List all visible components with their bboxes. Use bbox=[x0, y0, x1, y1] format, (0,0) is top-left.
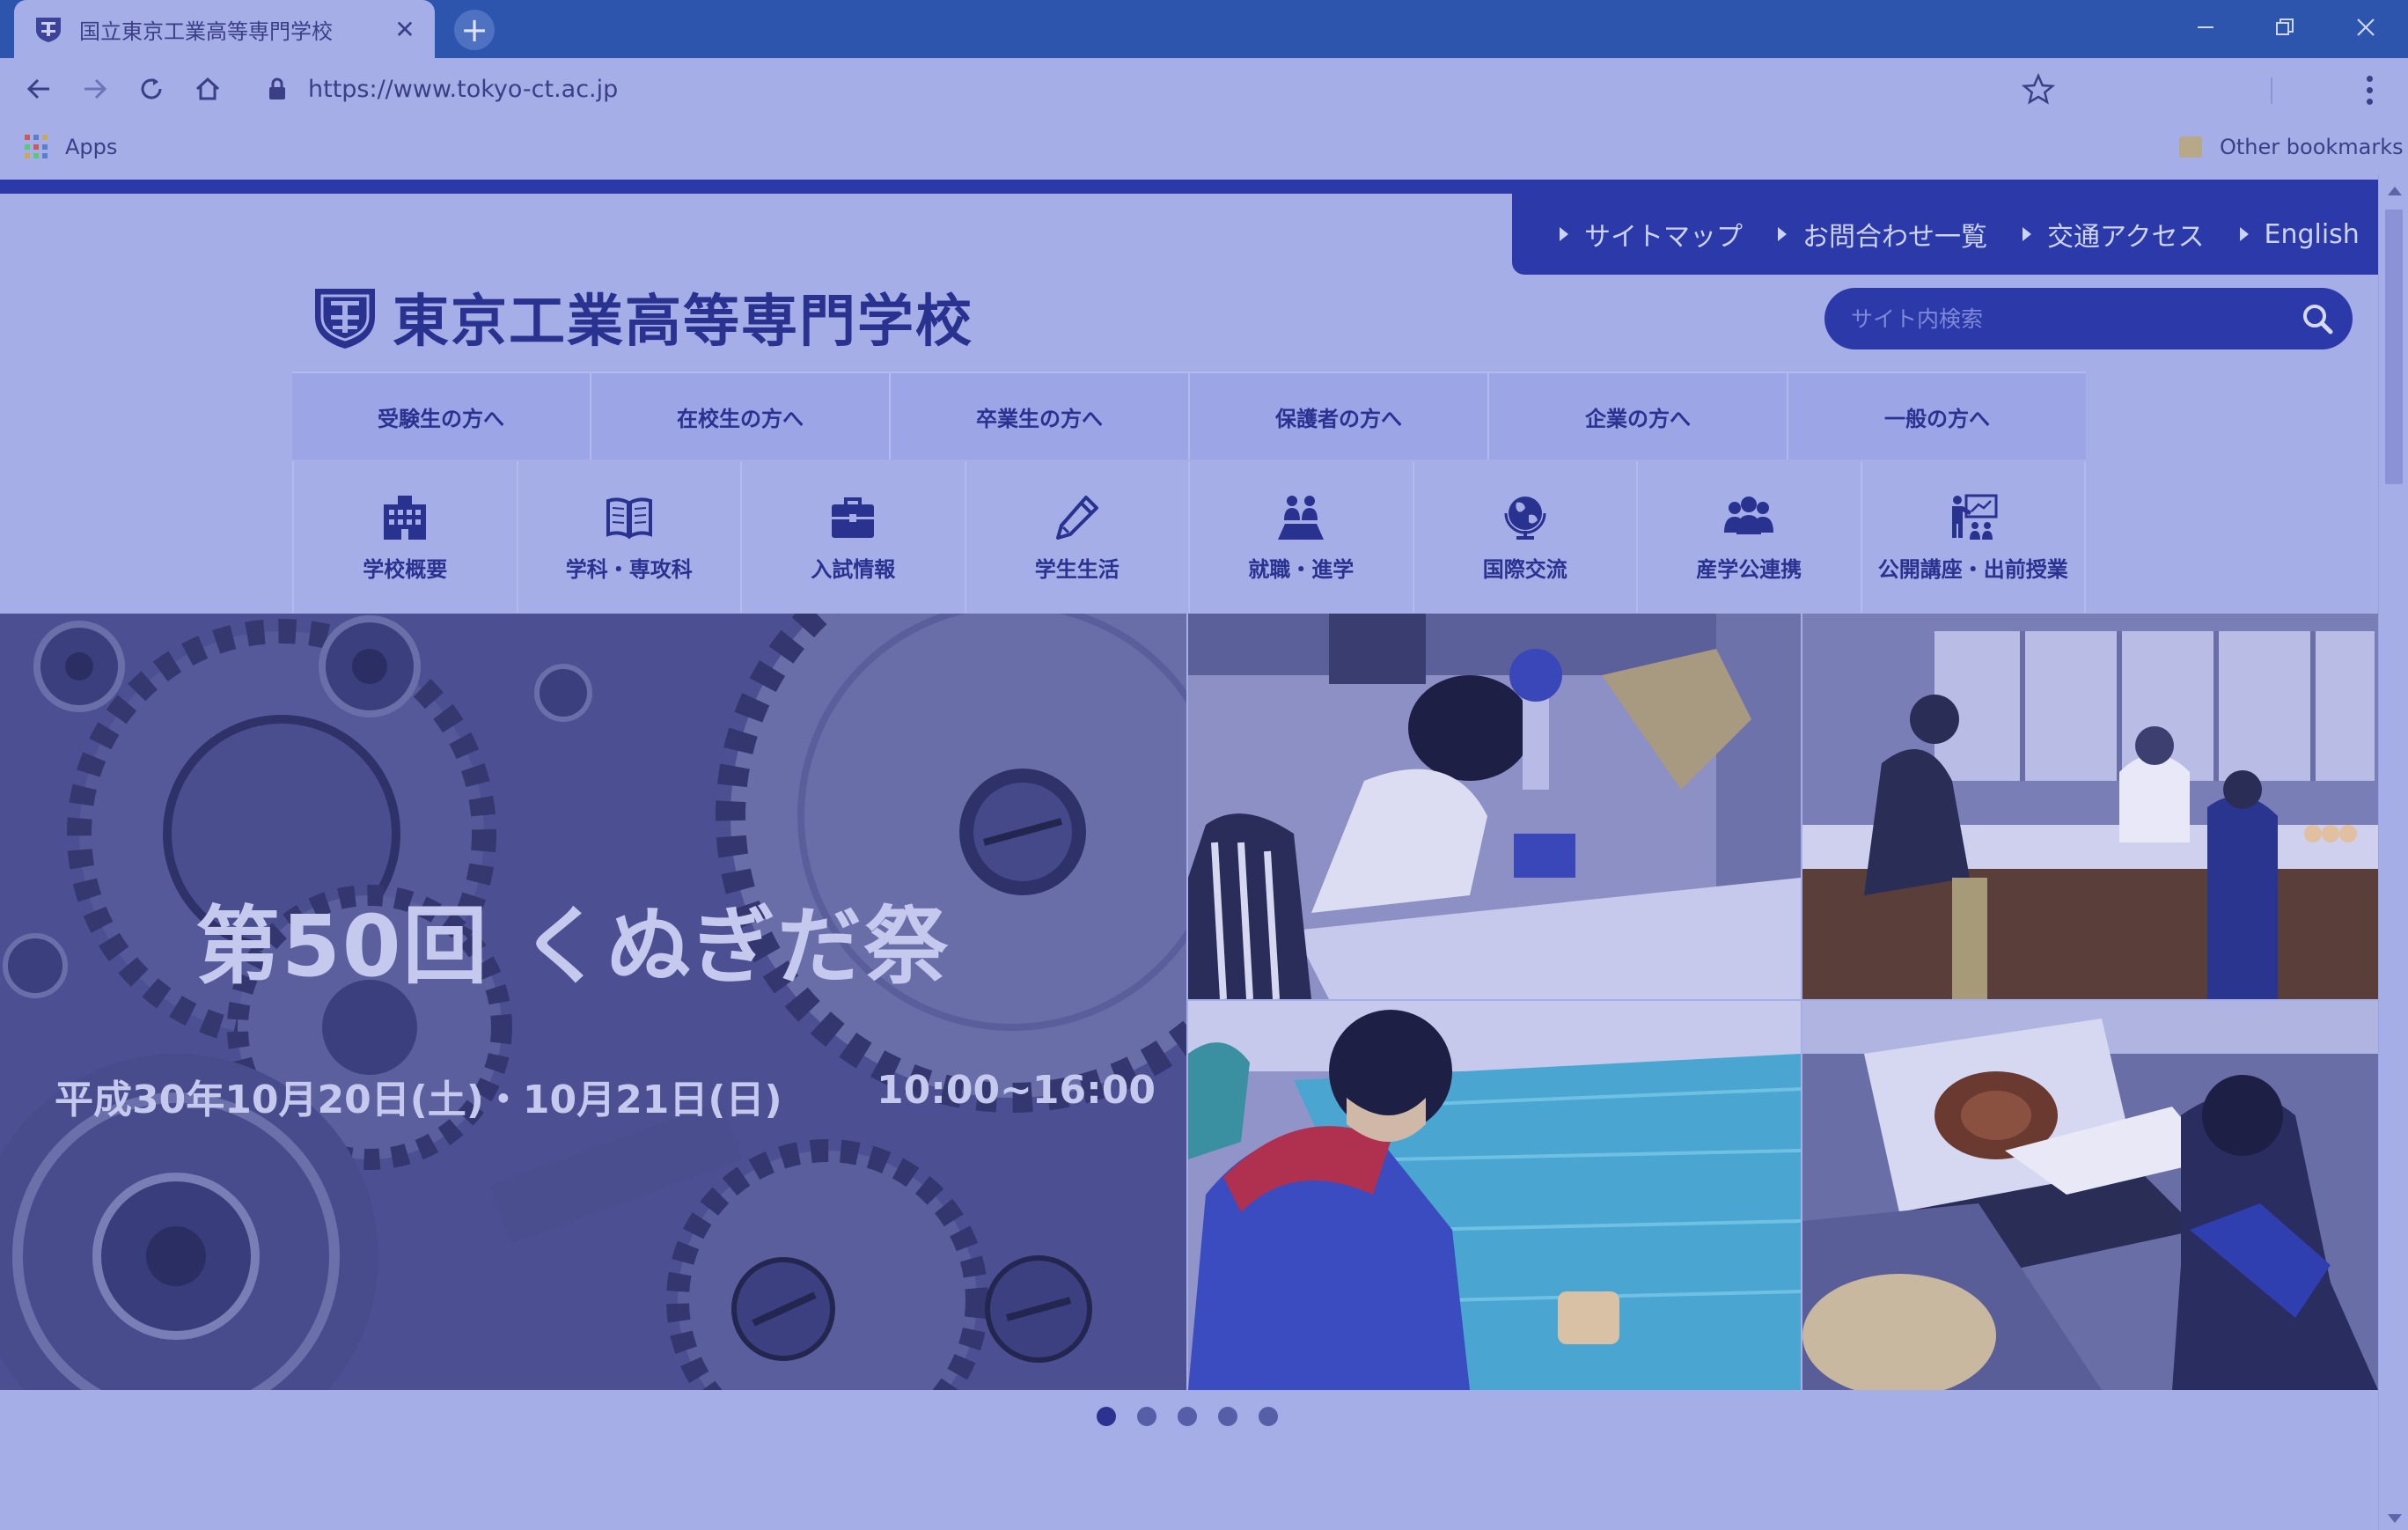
reload-icon[interactable] bbox=[128, 66, 174, 112]
bookmark-star-icon[interactable] bbox=[2021, 72, 2056, 107]
gears-background-image bbox=[0, 614, 1186, 1390]
browser-titlebar: 国立東京工業高等専門学校 ✕ + bbox=[0, 0, 2408, 58]
slider-dot-2[interactable] bbox=[1137, 1407, 1156, 1426]
photo-student-workshop bbox=[1188, 1001, 1801, 1390]
utility-link-sitemap[interactable]: サイトマップ bbox=[1560, 215, 1743, 254]
category-label: 学校概要 bbox=[363, 556, 448, 582]
audience-nav: 受験生の方へ 在校生の方へ 卒業生の方へ 保護者の方へ 企業の方へ 一般の方へ bbox=[292, 371, 2086, 460]
pencil-icon bbox=[1055, 495, 1098, 540]
toolbar-separator bbox=[2271, 77, 2272, 104]
festival-time: 10:00~16:00 bbox=[877, 1068, 1156, 1113]
site-logo[interactable]: 東京工業高等専門学校 bbox=[310, 282, 973, 355]
tab-close-icon[interactable]: ✕ bbox=[387, 11, 422, 47]
audience-parents[interactable]: 保護者の方へ bbox=[1190, 373, 1489, 460]
search-icon[interactable] bbox=[2300, 301, 2335, 336]
utility-link-english[interactable]: English bbox=[2239, 219, 2360, 250]
tab-title: 国立東京工業高等専門学校 bbox=[79, 18, 333, 44]
category-label: 学生生活 bbox=[1034, 556, 1120, 582]
audience-companies[interactable]: 企業の方へ bbox=[1489, 373, 1788, 460]
category-label: 学科・専攻科 bbox=[565, 556, 693, 582]
briefcase-icon bbox=[832, 497, 875, 538]
globe-icon bbox=[1504, 496, 1546, 540]
scrollbar-thumb[interactable] bbox=[2385, 210, 2403, 484]
lock-icon bbox=[269, 77, 285, 99]
category-label: 公開講座・出前授業 bbox=[1877, 556, 2068, 582]
category-industry-collaboration[interactable]: 産学公連携 bbox=[1638, 461, 1862, 613]
book-icon bbox=[606, 497, 652, 539]
category-label: 就職・進学 bbox=[1248, 556, 1354, 582]
utility-link-access[interactable]: 交通アクセス bbox=[2023, 215, 2205, 254]
scroll-up-icon[interactable] bbox=[2388, 187, 2402, 195]
site-search bbox=[1824, 288, 2353, 349]
url-text: https://www.tokyo-ct.ac.jp bbox=[308, 75, 619, 103]
arrow-right-icon bbox=[2239, 227, 2249, 241]
window-close-icon[interactable] bbox=[2334, 5, 2397, 49]
arrow-right-icon bbox=[2023, 227, 2031, 241]
category-nav: 学校概要 学科・専攻科 入試情報 学生生活 就職・進学 国際交流 産学公連携 公… bbox=[292, 461, 2086, 613]
audience-current-students[interactable]: 在校生の方へ bbox=[591, 373, 891, 460]
people-icon bbox=[1278, 495, 1325, 540]
home-icon[interactable] bbox=[185, 66, 231, 112]
apps-shortcut[interactable]: Apps bbox=[25, 132, 117, 162]
minimize-icon[interactable] bbox=[2174, 5, 2237, 49]
site-top-bar bbox=[0, 180, 2378, 194]
category-careers[interactable]: 就職・進学 bbox=[1190, 461, 1414, 613]
other-bookmarks[interactable]: Other bookmarks bbox=[2179, 132, 2404, 162]
slider-pagination bbox=[1097, 1407, 1278, 1426]
back-arrow-icon[interactable] bbox=[16, 66, 62, 112]
building-icon bbox=[384, 495, 427, 540]
festival-title: 第50回 くぬぎだ祭 bbox=[195, 897, 951, 996]
category-student-life[interactable]: 学生生活 bbox=[966, 461, 1190, 613]
scroll-down-icon[interactable] bbox=[2388, 1514, 2402, 1523]
audience-alumni[interactable]: 卒業生の方へ bbox=[891, 373, 1190, 460]
category-school-overview[interactable]: 学校概要 bbox=[292, 461, 518, 613]
festival-banner[interactable]: 第50回 くぬぎだ祭 平成30年10月20日(土)・10月21日(日) 10:0… bbox=[0, 614, 1186, 1390]
bookmarks-bar: Apps Other bookmarks bbox=[0, 120, 2408, 174]
category-label: 入試情報 bbox=[811, 556, 896, 582]
browser-menu-icon[interactable] bbox=[2353, 70, 2385, 109]
audience-general[interactable]: 一般の方へ bbox=[1788, 373, 2086, 460]
photo-chemistry-lab bbox=[1802, 614, 2378, 999]
school-name: 東京工業高等専門学校 bbox=[393, 290, 973, 355]
page-scrollbar[interactable] bbox=[2378, 174, 2408, 1530]
category-label: 産学公連携 bbox=[1696, 556, 1802, 582]
search-input[interactable] bbox=[1851, 298, 2273, 339]
utility-nav: サイトマップ お問合わせ一覧 交通アクセス English bbox=[1512, 194, 2378, 275]
lecture-icon bbox=[1951, 494, 1998, 540]
slider-dot-4[interactable] bbox=[1218, 1407, 1237, 1426]
arrow-right-icon bbox=[1778, 227, 1787, 241]
browser-tab[interactable]: 国立東京工業高等専門学校 ✕ bbox=[14, 0, 435, 58]
school-emblem-icon bbox=[315, 289, 375, 349]
apps-grid-icon bbox=[25, 135, 49, 159]
hero-slider[interactable]: 第50回 くぬぎだ祭 平成30年10月20日(土)・10月21日(日) 10:0… bbox=[0, 614, 2378, 1390]
slider-dot-1[interactable] bbox=[1097, 1407, 1116, 1426]
browser-toolbar: https://www.tokyo-ct.ac.jp bbox=[0, 58, 2408, 120]
apps-label: Apps bbox=[65, 135, 118, 159]
category-label: 国際交流 bbox=[1482, 556, 1567, 582]
school-favicon-icon bbox=[36, 18, 61, 42]
forward-arrow-icon[interactable] bbox=[72, 66, 118, 112]
web-page: サイトマップ お問合わせ一覧 交通アクセス English 東京工業高等専門学校… bbox=[0, 174, 2378, 1530]
address-bar[interactable]: https://www.tokyo-ct.ac.jp bbox=[255, 65, 2086, 113]
other-bookmarks-label: Other bookmarks bbox=[2220, 135, 2404, 159]
photo-students-experiment bbox=[1188, 614, 1801, 999]
arrow-right-icon bbox=[1560, 227, 1568, 241]
slider-dot-5[interactable] bbox=[1259, 1407, 1278, 1426]
slider-dot-3[interactable] bbox=[1178, 1407, 1197, 1426]
category-international[interactable]: 国際交流 bbox=[1414, 461, 1638, 613]
group-icon bbox=[1724, 496, 1774, 534]
category-departments[interactable]: 学科・専攻科 bbox=[518, 461, 742, 613]
category-admissions[interactable]: 入試情報 bbox=[742, 461, 966, 613]
photo-computer-cad bbox=[1802, 1001, 2378, 1390]
restore-icon[interactable] bbox=[2253, 5, 2316, 49]
festival-dates: 平成30年10月20日(土)・10月21日(日) bbox=[55, 1078, 782, 1122]
folder-icon bbox=[2179, 136, 2202, 158]
utility-link-contact[interactable]: お問合わせ一覧 bbox=[1778, 215, 1987, 254]
audience-prospective-students[interactable]: 受験生の方へ bbox=[292, 373, 591, 460]
category-public-lectures[interactable]: 公開講座・出前授業 bbox=[1862, 461, 2086, 613]
new-tab-button[interactable]: + bbox=[454, 10, 495, 50]
